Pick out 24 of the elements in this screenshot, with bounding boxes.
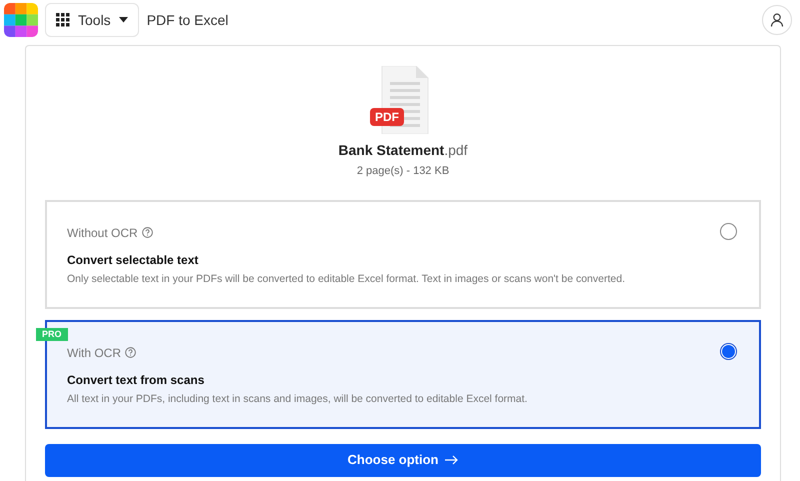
option-title: With OCR: [67, 344, 121, 362]
page-title: PDF to Excel: [146, 10, 228, 30]
arrow-right-icon: [444, 455, 458, 465]
file-meta: 2 page(s) - 132 KB: [356, 164, 450, 179]
help-icon[interactable]: [142, 227, 153, 238]
caret-icon: [118, 17, 128, 23]
app-logo-icon[interactable]: [4, 3, 38, 37]
file-name: Bank Statement.pdf: [338, 141, 468, 160]
option-description: All text in your PDFs, including text in scans and images, will be converted to editable Excel format.: [67, 392, 528, 406]
grid-icon: [56, 13, 70, 27]
radio-button[interactable]: [720, 342, 737, 360]
option-heading: Convert selectable text: [67, 252, 200, 268]
radio-button[interactable]: [720, 222, 737, 240]
user-icon: [770, 13, 784, 27]
choose-option-button[interactable]: Choose option: [45, 444, 761, 476]
help-icon[interactable]: [125, 347, 136, 358]
pdf-badge: PDF: [370, 108, 404, 126]
option-description: Only selectable text in your PDFs will be converted to editable Excel format. Text in images or scans won't be converted.: [67, 272, 626, 286]
tools-button[interactable]: Tools: [45, 3, 139, 37]
account-button[interactable]: [762, 5, 792, 35]
option-card[interactable]: Without OCR Convert selectable text Only selectable text in your PDFs will be converted to editable Excel format. Text in images or scans won't be converted.: [45, 200, 761, 308]
pro-badge: PRO: [36, 328, 68, 340]
option-title: Without OCR: [67, 224, 138, 242]
option-heading: Convert text from scans: [67, 372, 206, 388]
